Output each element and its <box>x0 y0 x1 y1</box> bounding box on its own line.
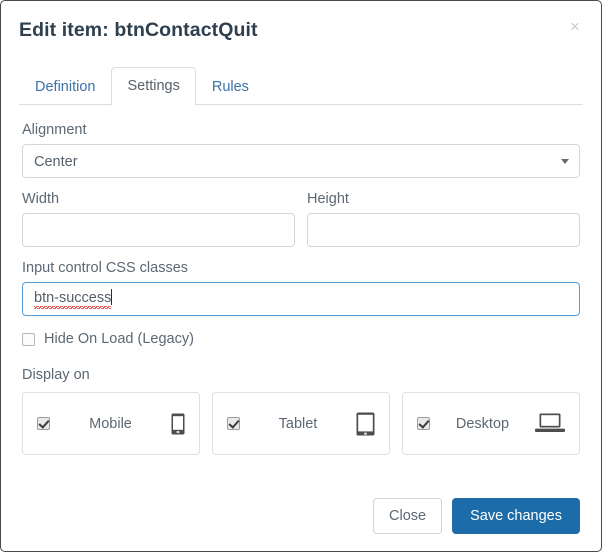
tab-definition[interactable]: Definition <box>19 68 111 106</box>
height-label: Height <box>307 191 349 207</box>
display-on-label: Display on <box>22 367 90 383</box>
modal-header: Edit item: btnContactQuit × <box>1 1 601 67</box>
css-classes-input[interactable]: btn-success <box>22 282 580 316</box>
tab-rules[interactable]: Rules <box>196 68 265 106</box>
tablet-icon <box>356 412 375 435</box>
hide-on-load-row[interactable]: Hide On Load (Legacy) <box>22 330 580 348</box>
hide-on-load-checkbox[interactable] <box>22 332 35 346</box>
close-icon[interactable]: × <box>566 18 584 36</box>
height-input[interactable] <box>307 213 580 247</box>
mobile-phone-icon <box>171 413 185 434</box>
tab-settings[interactable]: Settings <box>111 67 196 106</box>
tablet-checkbox[interactable] <box>227 417 240 430</box>
modal-body: Alignment Center Width Height Input cont… <box>1 105 601 455</box>
css-classes-label: Input control CSS classes <box>22 260 189 276</box>
device-card-desktop[interactable]: Desktop <box>402 392 580 455</box>
text-caret <box>111 289 113 305</box>
alignment-select[interactable]: Center <box>22 144 580 178</box>
width-height-row: Width Height <box>22 190 580 247</box>
save-changes-button[interactable]: Save changes <box>452 498 580 534</box>
device-card-tablet[interactable]: Tablet <box>212 392 390 455</box>
mobile-checkbox[interactable] <box>37 417 50 430</box>
close-button[interactable]: Close <box>373 498 443 534</box>
css-classes-field: Input control CSS classes btn-success <box>22 259 580 316</box>
width-input[interactable] <box>22 213 295 247</box>
desktop-checkbox[interactable] <box>417 417 430 430</box>
display-on-devices: Mobile Tablet Desktop <box>22 392 580 455</box>
alignment-select-value[interactable]: Center <box>22 144 580 178</box>
page-title: Edit item: btnContactQuit <box>19 19 258 41</box>
hide-on-load-label: Hide On Load (Legacy) <box>44 331 194 347</box>
laptop-icon <box>535 413 565 432</box>
modal-footer: Close Save changes <box>1 483 601 551</box>
tab-bar: Definition Settings Rules <box>1 67 601 106</box>
css-classes-input-value: btn-success <box>34 290 112 306</box>
desktop-label: Desktop <box>455 415 510 432</box>
tablet-label: Tablet <box>278 415 318 432</box>
width-label: Width <box>22 191 60 207</box>
device-card-mobile[interactable]: Mobile <box>22 392 200 455</box>
mobile-label: Mobile <box>89 415 132 432</box>
alignment-label: Alignment <box>22 122 87 138</box>
edit-item-modal: Edit item: btnContactQuit × Definition S… <box>0 0 602 552</box>
